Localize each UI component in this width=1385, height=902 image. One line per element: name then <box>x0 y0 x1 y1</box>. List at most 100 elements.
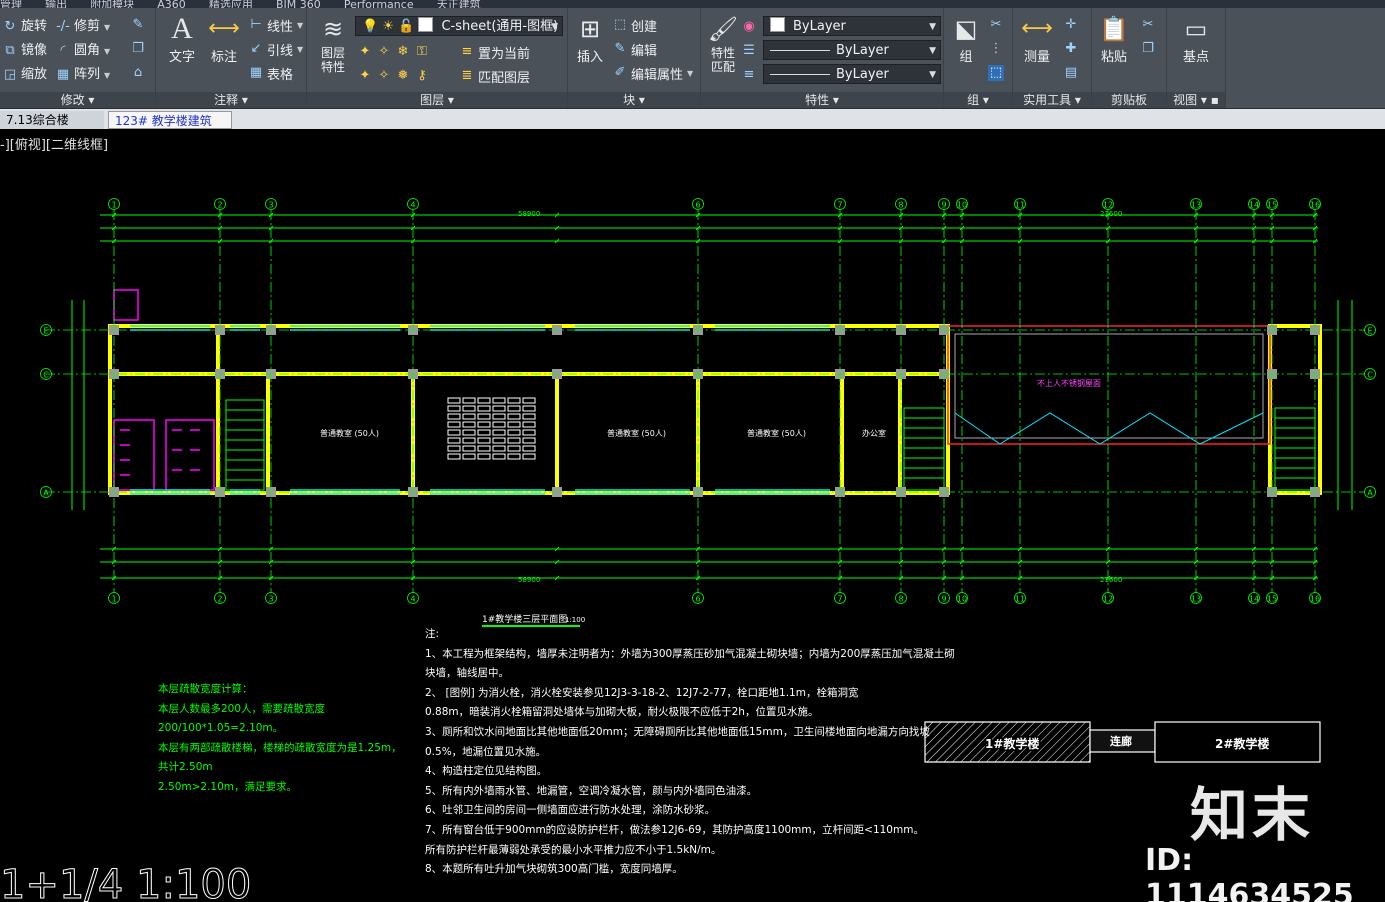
layer-isolate-icon[interactable]: ✧ <box>376 44 392 60</box>
erase-icon[interactable]: ✎ <box>130 17 146 33</box>
layer-unlock-icon[interactable]: ⚷ <box>414 68 430 84</box>
chevron-down-icon[interactable]: ▼ <box>687 69 693 78</box>
fillet-button[interactable]: ◜ 圆角 ▼ <box>55 39 110 59</box>
linear-button[interactable]: ⊢ 线性 ▼ <box>248 14 303 36</box>
color-dropdown[interactable]: ByLayer ▼ <box>763 16 941 36</box>
basepoint-button[interactable]: ▭ 基点 <box>1171 12 1221 65</box>
annotation-panel-title[interactable]: 注释 ▾ <box>156 92 306 108</box>
copy-clip-icon[interactable]: ❐ <box>1140 41 1156 57</box>
connector-corridor <box>947 325 1271 445</box>
lineweight-dropdown[interactable]: ByLayer ▼ <box>763 64 941 84</box>
seat <box>477 421 491 428</box>
axis-label: A <box>43 489 49 498</box>
measure-button[interactable]: ⟷ 测量 <box>1015 12 1059 65</box>
group-panel-title[interactable]: 组 ▾ <box>944 92 1012 108</box>
group-select-icon[interactable]: ⬚ <box>988 65 1004 81</box>
menu-output[interactable]: 输出 <box>45 0 67 8</box>
create-block-icon: ⬚ <box>613 17 627 32</box>
note-line: 5、所有内外墙雨水管、地漏管，空调冷凝水管，颜与内外墙同色油漆。 <box>425 784 758 797</box>
clipboard-panel-title[interactable]: 剪贴板 <box>1092 92 1166 108</box>
array-button[interactable]: ▦ 阵列 ▼ <box>55 63 110 83</box>
seat <box>447 437 461 444</box>
layer-on-icon[interactable]: ✦ <box>357 68 373 84</box>
seat <box>477 397 491 404</box>
group-button[interactable]: ⬕ 组 <box>946 12 986 65</box>
menu-featured-apps[interactable]: 精选应用 <box>209 0 253 8</box>
axis-label: 16 <box>1310 595 1320 604</box>
autocad-window: 管理 输出 附加模块 A360 精选应用 BIM 360 Performance… <box>0 0 1385 902</box>
trim-button[interactable]: -/- 修剪 ▼ <box>55 15 110 35</box>
leader-button[interactable]: ↙ 引线 ▼ <box>248 38 304 60</box>
file-tab-1[interactable]: 7.13综合楼_t6_t6 <box>0 111 104 145</box>
make-current-button[interactable]: ≡ 置为当前 <box>459 41 530 63</box>
seat <box>522 397 536 404</box>
layers-panel-title[interactable]: 图层 ▾ <box>307 92 567 108</box>
create-block-button[interactable]: ⬚ 创建 <box>612 14 657 36</box>
layer-thaw-icon[interactable]: ❅ <box>395 68 411 84</box>
modify-panel-title[interactable]: 修改 ▾ <box>0 92 155 108</box>
note-line: 1、本工程为框架结构，墙厚未注明者为：外墙为300厚蒸压砂加气混凝土砌块墙；内墙… <box>425 647 955 660</box>
annotation-panel: A 文字 ⟷ 标注 ⊢ 线性 ▼ ↙ 引线 ▼ ▦ 表格 注释 ▾ <box>156 8 307 108</box>
calculator-icon[interactable]: ▤ <box>1063 65 1079 81</box>
menu-performance[interactable]: Performance <box>344 0 414 8</box>
calc-line: 2.50m>2.10m，满足要求。 <box>158 780 298 793</box>
toilet-fixtures <box>113 289 215 491</box>
paste-button[interactable]: 📋 粘贴 <box>1094 12 1134 65</box>
axis-label: 13 <box>1191 595 1201 604</box>
match-properties-button[interactable]: 🖌 特性 匹配 <box>703 12 743 74</box>
axis-label: 15 <box>1267 595 1277 604</box>
linetype-icon: ☰ <box>743 43 755 58</box>
rotate-button[interactable]: ↻ 旋转 <box>2 15 47 35</box>
text-button[interactable]: A 文字 <box>162 12 202 65</box>
layer-lock-icon[interactable]: ⚿ <box>414 44 430 60</box>
room-label-2: 普通教室 (50人) <box>607 428 666 438</box>
match-layer-button[interactable]: ≣ 匹配图层 <box>459 65 530 87</box>
chevron-down-icon[interactable]: ▼ <box>104 23 110 32</box>
edit-attributes-button[interactable]: ✐ 编辑属性 ▼ <box>612 62 694 84</box>
view-panel-title[interactable]: 视图 ▾ ▪ <box>1167 92 1225 108</box>
copy-icon[interactable]: ❐ <box>130 41 146 57</box>
note-line: 0.5%，地漏位置见水施。 <box>425 745 547 758</box>
layer-freeze-icon[interactable]: ❄ <box>395 44 411 60</box>
dimension-button[interactable]: ⟷ 标注 <box>204 12 244 65</box>
seat <box>492 453 506 460</box>
utilities-panel-title[interactable]: 实用工具 ▾ <box>1013 92 1091 108</box>
chevron-down-icon[interactable]: ▼ <box>104 47 110 56</box>
chevron-down-icon[interactable]: ▼ <box>297 45 303 54</box>
file-tab-2[interactable]: 123# 教学楼建筑_t3 <box>108 111 232 146</box>
chevron-down-icon[interactable]: ▼ <box>104 71 110 80</box>
crosshair-icon[interactable]: ✚ <box>1063 41 1079 57</box>
chevron-down-icon[interactable]: ▼ <box>297 21 303 30</box>
axis-label: 8 <box>898 201 903 210</box>
stretch-icon[interactable]: ⌂ <box>130 65 146 81</box>
layer-unisolate-icon[interactable]: ✧ <box>376 68 392 84</box>
cut-icon[interactable]: ✂ <box>1140 17 1156 33</box>
insert-block-icon: ⊞ <box>579 15 601 43</box>
insert-button[interactable]: ⊞ 插入 <box>570 12 610 65</box>
menu-manage[interactable]: 管理 <box>0 0 22 8</box>
layer-off-icon[interactable]: ✦ <box>357 44 373 60</box>
calc-line: 本层疏散宽度计算： <box>158 683 253 695</box>
mirror-button[interactable]: ⧉ 镜像 <box>2 39 47 59</box>
menu-a360[interactable]: A360 <box>157 0 186 8</box>
seat <box>507 405 521 412</box>
menu-tangent[interactable]: 天正建筑 <box>437 0 481 8</box>
properties-panel-title[interactable]: 特性 ▾ <box>701 92 943 108</box>
note-line: 2、 [图例] 为消火栓，消火栓安装参见12J3-3-18-2、12J7-2-7… <box>425 686 859 699</box>
viewport-controls[interactable]: -][俯视][二维线框] <box>0 134 108 153</box>
ungroup-icon[interactable]: ✂ <box>988 17 1004 33</box>
color-wheel-icon[interactable]: ◉ <box>741 19 757 35</box>
seat <box>462 437 476 444</box>
table-button[interactable]: ▦ 表格 <box>248 62 293 84</box>
seat <box>477 405 491 412</box>
linetype-dropdown[interactable]: ByLayer ▼ <box>763 40 941 60</box>
menu-bim360[interactable]: BIM 360 <box>276 0 321 8</box>
layer-dropdown[interactable]: 💡 ☀ 🔓 C-sheet(通用-图框) ▼ <box>355 16 563 36</box>
block-panel-title[interactable]: 块 ▾ <box>568 92 700 108</box>
point-icon[interactable]: ✛ <box>1063 17 1079 33</box>
scale-button[interactable]: ◲ 缩放 <box>2 63 47 83</box>
edit-block-button[interactable]: ✎ 编辑 <box>612 38 657 60</box>
layer-properties-button[interactable]: ≋ 图层 特性 <box>313 12 353 74</box>
menu-addons[interactable]: 附加模块 <box>90 0 134 8</box>
group-edit-icon[interactable]: ⋮ <box>988 41 1004 57</box>
